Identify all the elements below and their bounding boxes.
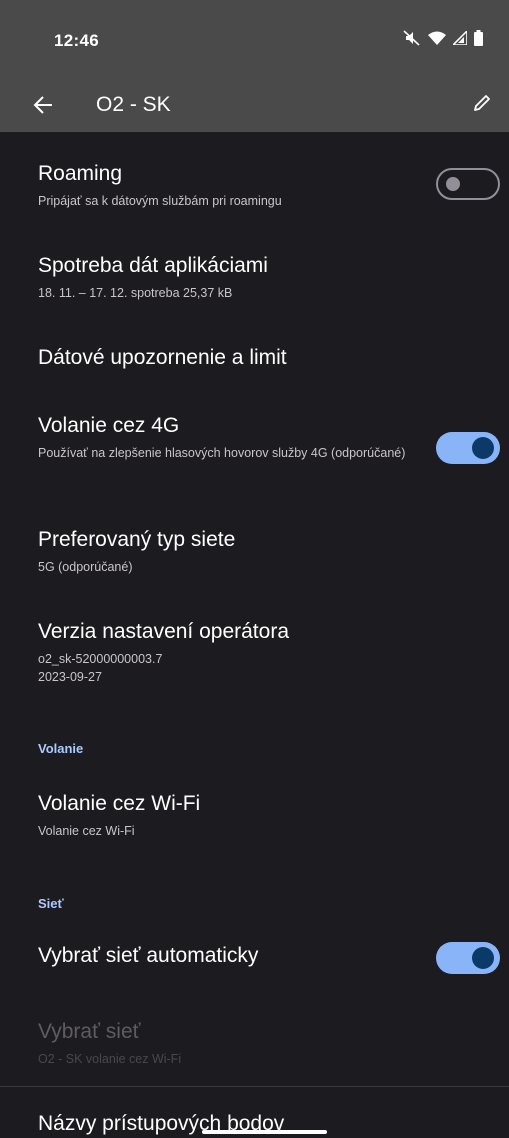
setting-title: Verzia nastavení operátora [38, 620, 289, 643]
setting-title: Roaming [38, 162, 123, 185]
back-button[interactable] [28, 92, 58, 122]
setting-app-data-usage[interactable]: Spotreba dát aplikáciami 18. 11. – 17. 1… [0, 240, 509, 312]
setting-network-type[interactable]: Preferovaný typ siete 5G (odporúčané) [0, 514, 509, 586]
setting-auto-network[interactable]: Vybrať sieť automaticky [0, 928, 509, 990]
auto-network-toggle[interactable] [436, 942, 500, 974]
section-header-network: Sieť [38, 896, 64, 911]
setting-volte[interactable]: Volanie cez 4G Používať na zlepšenie hla… [0, 402, 509, 492]
volte-toggle[interactable] [436, 432, 500, 464]
setting-title: Dátové upozornenie a limit [38, 346, 287, 369]
gesture-navigation-bar[interactable] [202, 1130, 327, 1134]
setting-subtitle: 18. 11. – 17. 12. spotreba 25,37 kB [38, 286, 233, 300]
edit-button[interactable] [467, 90, 497, 120]
wifi-icon [428, 31, 446, 45]
setting-subtitle: O2 - SK volanie cez Wi-Fi [38, 1052, 182, 1066]
setting-subtitle: Používať na zlepšenie hlasových hovorov … [38, 446, 406, 460]
setting-title: Vybrať sieť automaticky [38, 944, 259, 967]
page-title: O2 - SK [96, 93, 171, 116]
setting-wifi-calling[interactable]: Volanie cez Wi-Fi Volanie cez Wi-Fi [0, 778, 509, 850]
setting-title: Vybrať sieť [38, 1020, 141, 1043]
settings-screen: 12:46 O2 - SK Roaming Pripájať sa k dáto… [0, 0, 509, 1138]
section-header-calling: Volanie [38, 741, 84, 756]
roaming-toggle[interactable] [436, 168, 500, 200]
status-icons [403, 30, 483, 46]
pencil-icon [472, 93, 492, 118]
setting-subtitle: 2023-09-27 [38, 670, 102, 684]
battery-icon [474, 30, 483, 46]
status-bar: 12:46 [0, 0, 509, 80]
setting-carrier-version[interactable]: Verzia nastavení operátora o2_sk-5200000… [0, 606, 509, 696]
setting-title: Spotreba dát aplikáciami [38, 254, 268, 277]
toggle-knob [472, 437, 494, 459]
status-time: 12:46 [54, 31, 99, 50]
setting-choose-network: Vybrať sieť O2 - SK volanie cez Wi-Fi [0, 1006, 509, 1078]
setting-roaming[interactable]: Roaming Pripájať sa k dátovým službám pr… [0, 148, 509, 220]
setting-subtitle: Pripájať sa k dátovým službám pri roamin… [38, 194, 282, 208]
divider [0, 1086, 509, 1087]
setting-title: Preferovaný typ siete [38, 528, 236, 551]
toggle-knob [472, 947, 494, 969]
mute-icon [403, 30, 421, 46]
signal-icon [453, 31, 467, 45]
setting-title: Volanie cez Wi-Fi [38, 792, 201, 815]
setting-subtitle: 5G (odporúčané) [38, 560, 133, 574]
setting-data-warning[interactable]: Dátové upozornenie a limit [0, 330, 509, 390]
setting-subtitle: o2_sk-52000000003.7 [38, 652, 163, 666]
app-bar: O2 - SK [0, 80, 509, 132]
setting-title: Volanie cez 4G [38, 414, 180, 437]
toggle-knob [446, 177, 460, 191]
setting-subtitle: Volanie cez Wi-Fi [38, 824, 135, 838]
arrow-back-icon [33, 95, 53, 119]
